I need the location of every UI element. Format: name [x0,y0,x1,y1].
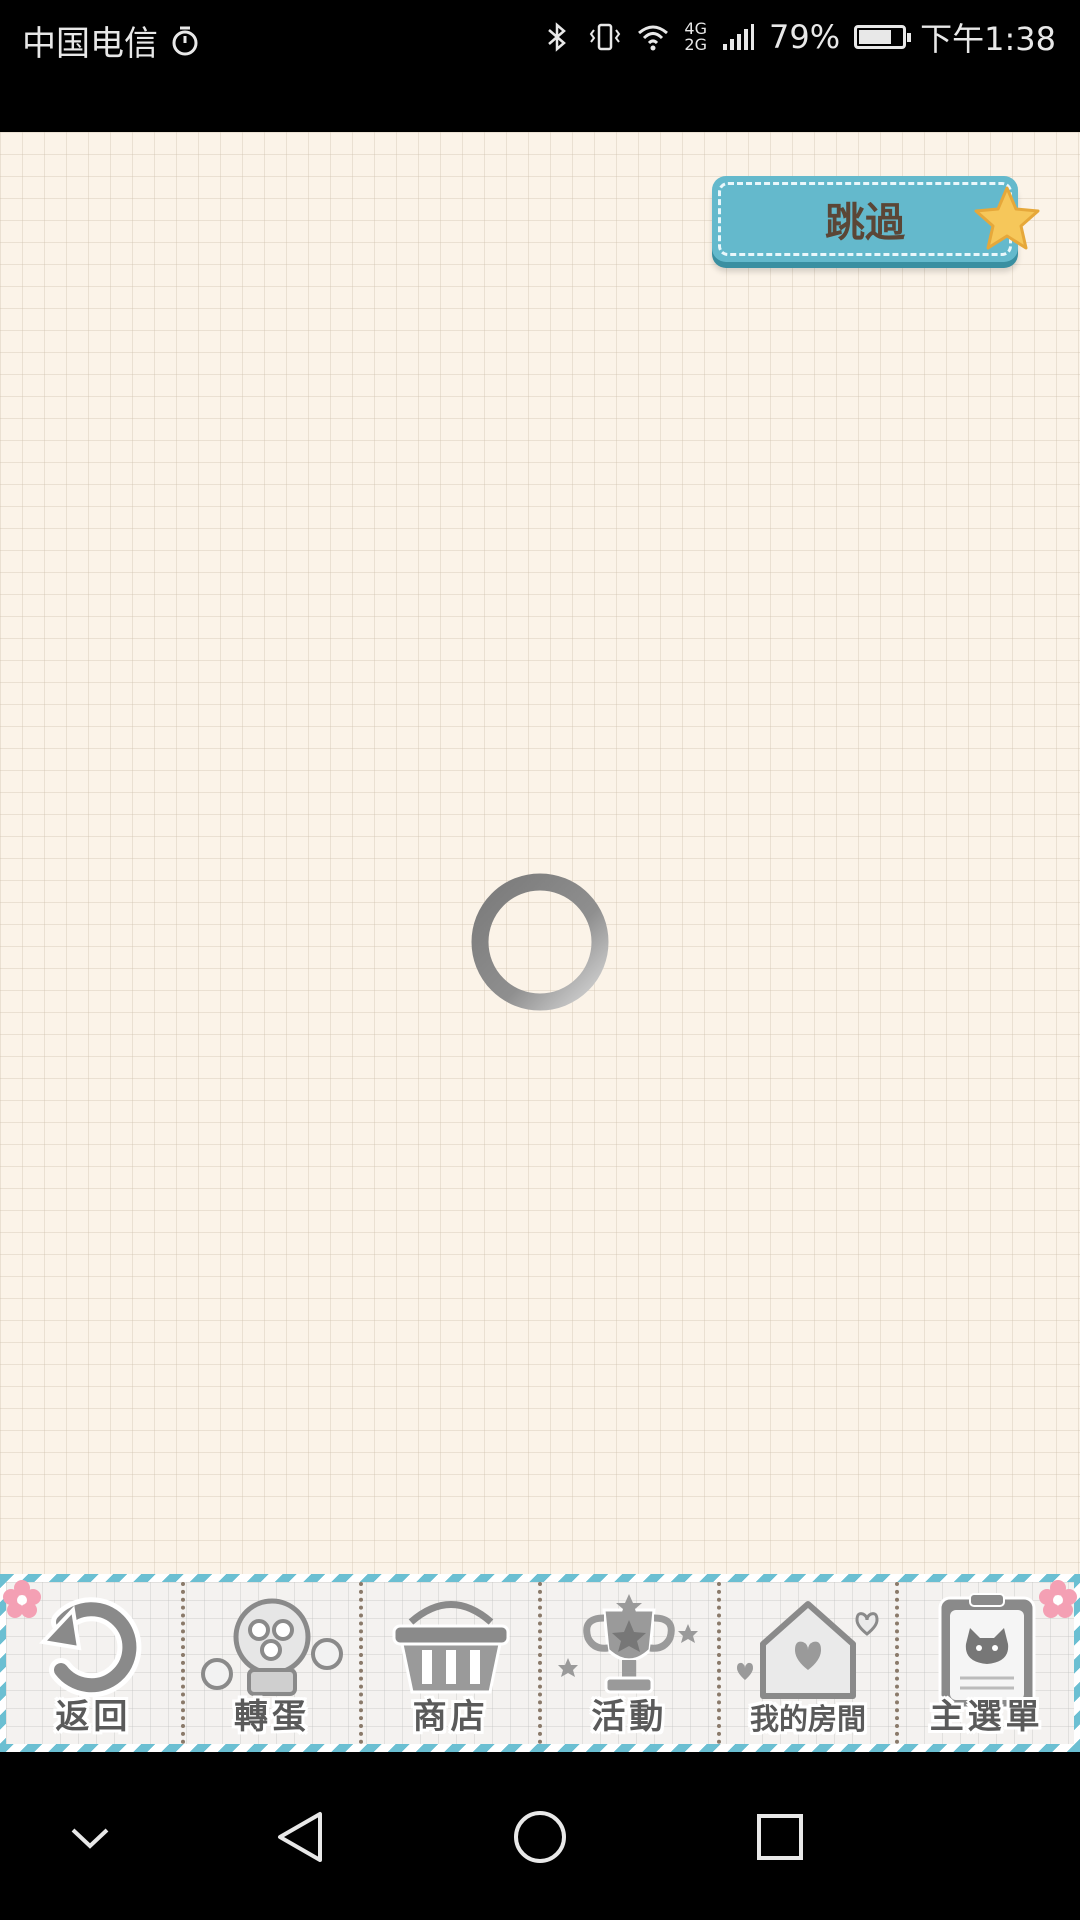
signal-icon [723,24,754,50]
house-icon [737,1601,879,1699]
collapse-icon[interactable] [45,1792,135,1882]
wifi-icon [638,25,669,51]
skip-button[interactable]: 跳過 [712,176,1040,262]
status-bar-left: 中国电信 [22,16,202,65]
vibrate-icon [590,23,621,51]
nav-gacha-label: 轉蛋 [234,1697,310,1737]
nav-main-menu-button[interactable]: 主選單 [899,1582,1074,1744]
nav-return-label: 返回 [55,1697,132,1737]
clock: 下午1:38 [920,20,1056,58]
bluetooth-icon [548,22,567,52]
recents-icon[interactable] [735,1792,825,1882]
status-bar-right: 4G 2G 79% 下午1:38 [540,14,1056,60]
trophy-icon [558,1594,699,1694]
nav-my-room-label: 我的房間 [750,1702,867,1736]
skip-button-label: 跳過 [718,182,1012,256]
nav-events-label: 活動 [591,1697,668,1737]
nav-shop-button[interactable]: 商店 [363,1582,543,1744]
star-icon [974,186,1040,250]
nav-my-room-button[interactable]: 我的房間 [721,1582,900,1744]
alarm-icon [172,26,198,55]
nav-events-button[interactable]: 活動 [542,1582,721,1744]
nav-shop-label: 商店 [412,1697,489,1737]
carrier-name: 中国电信 [22,24,158,64]
network-type: 4G 2G [684,21,707,53]
bottom-menu-inner: 返回 轉蛋 商店 活動 我的房間 主選單 [3,1580,1077,1744]
return-arrow-icon [39,1597,142,1698]
nav-main-menu-label: 主選單 [929,1697,1044,1737]
battery-fill [859,30,892,44]
shop-basket-icon [392,1601,510,1694]
back-icon[interactable] [255,1792,345,1882]
game-screen: 跳過 返回 轉蛋 商店 活動 我的房間 主選單 [0,132,1080,1752]
system-navigation-bar [0,1752,1080,1920]
status-bar: 中国电信 4G 2G 79% 下午1:38 [0,0,1080,132]
nav-gacha-button[interactable]: 轉蛋 [185,1582,364,1744]
battery-percent: 79% [769,18,841,56]
bottom-menu: 返回 轉蛋 商店 活動 我的房間 主選單 [0,1574,1080,1752]
nav-return-button[interactable]: 返回 [6,1582,185,1744]
battery-icon [854,25,912,49]
gacha-machine-icon [201,1598,343,1696]
network-type-bottom: 2G [684,35,707,54]
home-icon[interactable] [495,1792,585,1882]
loading-spinner-icon [471,873,609,1011]
